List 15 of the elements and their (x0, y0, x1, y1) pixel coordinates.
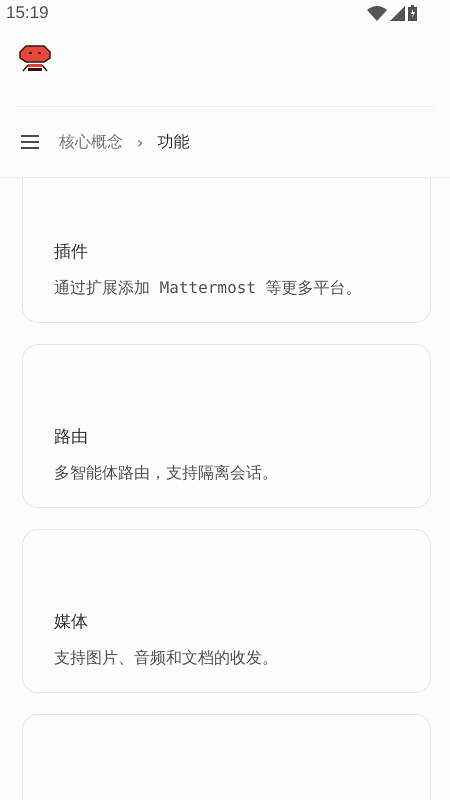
status-time: 15:19 (6, 3, 49, 23)
wifi-icon (367, 6, 387, 20)
card-description: 多智能体路由，支持隔离会话。 (54, 462, 279, 484)
battery-icon (408, 5, 417, 21)
robot-logo-icon (18, 45, 52, 73)
card-description: 通过扩展添加 Mattermost 等更多平台。 (54, 277, 363, 299)
breadcrumb-separator: › (137, 132, 144, 152)
signal-icon (390, 6, 405, 20)
card-title: 媒体 (54, 611, 89, 633)
card-title: 插件 (54, 241, 89, 263)
card-title: 路由 (54, 426, 89, 448)
card-description: 支持图片、音频和文档的收发。 (54, 647, 279, 669)
menu-icon[interactable] (21, 135, 39, 149)
breadcrumb-link[interactable]: 核心概念 (59, 132, 123, 152)
breadcrumb-current: 功能 (157, 132, 190, 152)
